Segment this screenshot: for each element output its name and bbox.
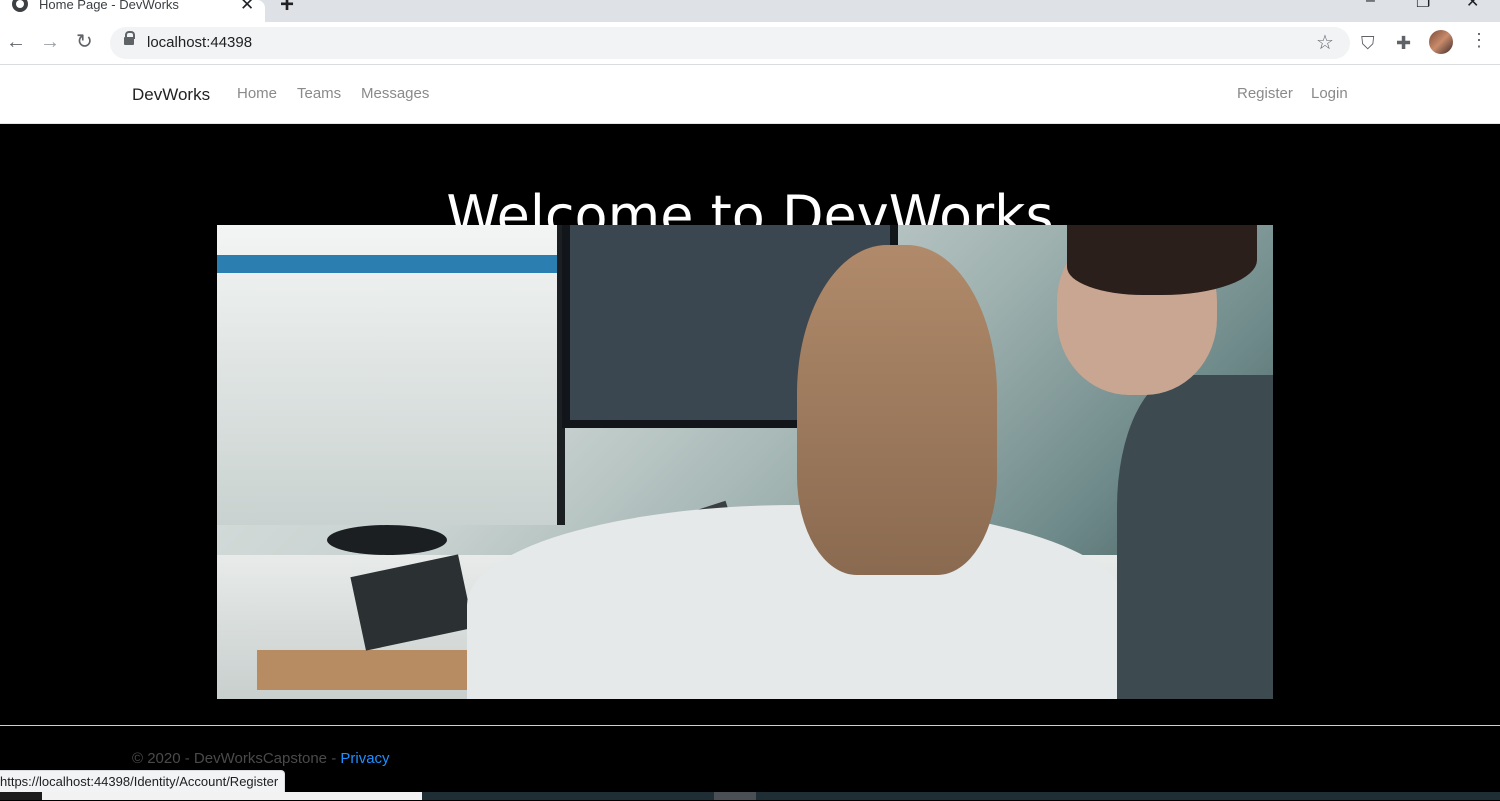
minimize-icon[interactable]: – bbox=[1366, 0, 1375, 10]
tab-strip: Home Page - DevWorks ✕ + – ❐ ✕ bbox=[0, 0, 1500, 22]
privacy-link[interactable]: Privacy bbox=[340, 750, 389, 767]
nav-teams[interactable]: Teams bbox=[297, 85, 341, 102]
main-content: Welcome to DevWorks bbox=[0, 124, 1500, 725]
hero-image bbox=[217, 225, 1273, 699]
restore-icon[interactable]: ❐ bbox=[1416, 0, 1430, 12]
tab-title: Home Page - DevWorks bbox=[39, 0, 179, 12]
avatar[interactable] bbox=[1429, 30, 1453, 54]
window-close-icon[interactable]: ✕ bbox=[1466, 0, 1479, 12]
menu-icon[interactable]: ⋮ bbox=[1470, 30, 1488, 51]
url-text[interactable]: localhost:44398 bbox=[147, 34, 252, 51]
browser-tab[interactable]: Home Page - DevWorks ✕ bbox=[0, 0, 265, 22]
globe-icon bbox=[12, 0, 28, 12]
shield-icon[interactable]: ⛉ bbox=[1361, 33, 1375, 54]
plus-icon[interactable]: + bbox=[280, 0, 294, 19]
close-icon[interactable]: ✕ bbox=[240, 0, 254, 15]
nav-home[interactable]: Home bbox=[237, 85, 277, 102]
nav-messages[interactable]: Messages bbox=[361, 85, 429, 102]
site-navbar: DevWorks Home Teams Messages Register Lo… bbox=[0, 65, 1500, 124]
puzzle-icon[interactable]: ✚ bbox=[1396, 33, 1411, 54]
reload-icon[interactable]: ↻ bbox=[76, 31, 93, 53]
address-bar[interactable]: localhost:44398 ☆ bbox=[110, 27, 1350, 59]
nav-register[interactable]: Register bbox=[1237, 85, 1293, 102]
nav-login[interactable]: Login bbox=[1311, 85, 1348, 102]
brand-link[interactable]: DevWorks bbox=[132, 85, 210, 105]
browser-toolbar: ← → ↻ localhost:44398 ☆ ⛉ ✚ ⋮ bbox=[0, 22, 1500, 65]
lock-icon[interactable] bbox=[124, 31, 135, 45]
taskbar bbox=[0, 792, 1500, 800]
forward-icon[interactable]: → bbox=[40, 31, 60, 53]
status-url-bubble: https://localhost:44398/Identity/Account… bbox=[0, 770, 286, 794]
footer-copyright: © 2020 - DevWorksCapstone - bbox=[132, 750, 341, 767]
back-icon[interactable]: ← bbox=[6, 31, 26, 53]
star-icon[interactable]: ☆ bbox=[1316, 30, 1334, 55]
